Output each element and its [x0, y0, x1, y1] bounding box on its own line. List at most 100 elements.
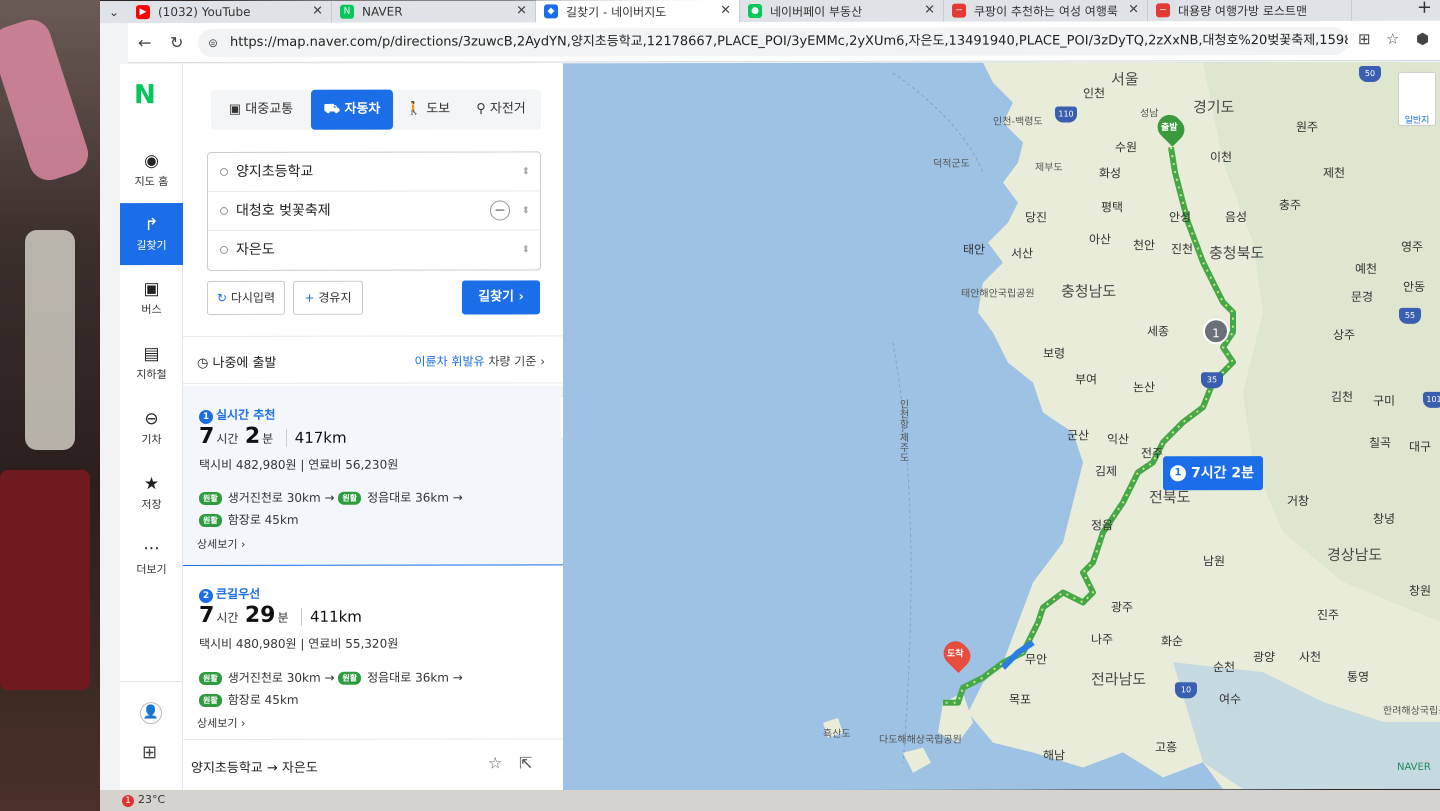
route-detail-link[interactable]: 상세보기 ›: [197, 715, 245, 731]
rail-item-bus[interactable]: ▣ 버스: [120, 267, 183, 329]
site-info-icon[interactable]: ⊜: [208, 29, 218, 57]
map-label: 정읍: [1091, 518, 1114, 533]
close-icon[interactable]: ✕: [720, 3, 731, 18]
map-label: 영주: [1401, 239, 1424, 254]
reset-icon: ↻: [216, 290, 231, 305]
extension-icon[interactable]: ⬢: [1416, 30, 1429, 48]
favorite-star-icon[interactable]: ☆: [488, 753, 502, 772]
taskbar: 1 23°C: [100, 790, 1440, 811]
photo-background-left: [0, 0, 100, 811]
route-duration: 7 시간 2분 417km: [199, 424, 347, 449]
depart-later-button[interactable]: ◷ 나중에 출발: [197, 352, 276, 371]
background-object: [0, 14, 94, 186]
rail-item-saved[interactable]: ★ 저장: [120, 462, 183, 524]
new-tab-button[interactable]: +: [1417, 0, 1432, 18]
map-type-label: 일반지: [1404, 115, 1430, 126]
hour-unit: 시간: [216, 431, 239, 446]
map-label: 태안: [963, 242, 986, 257]
map-label: 전라남도: [1091, 670, 1147, 689]
road-segment: 생거진천로 30km: [227, 670, 321, 685]
map-label: 구미: [1373, 393, 1396, 408]
map-label: 진주: [1317, 608, 1340, 623]
map-canvas[interactable]: 서울 인천 경기도 성남 수원 이천 원주 화성 평택 안성 음성 충주 제천 …: [563, 61, 1440, 791]
train-icon: ⊖: [144, 409, 159, 430]
rail-item-train[interactable]: ⊖ 기차: [120, 397, 183, 459]
bookmark-star-icon[interactable]: ☆: [1386, 30, 1399, 48]
route-tag: 1 실시간 추천: [199, 406, 275, 424]
remove-waypoint-icon[interactable]: −: [490, 200, 510, 221]
tab-car[interactable]: ⛟ 자동차: [311, 89, 393, 130]
origin-field[interactable]: 양지초등학교 ⬍: [208, 152, 540, 192]
map-label: 여수: [1219, 692, 1242, 707]
share-icon[interactable]: ⇱: [519, 753, 532, 772]
waypoint-text: 대청호 벚꽃축제: [236, 202, 331, 219]
map-label: 덕적군도: [933, 158, 970, 170]
weather-widget[interactable]: 1 23°C: [122, 793, 165, 807]
background-object: [0, 470, 90, 690]
route-distance: 417km: [285, 428, 347, 447]
waypoint-marker[interactable]: 1: [1203, 318, 1229, 345]
tab-bicycle[interactable]: ⚲ 자전거: [461, 89, 541, 129]
map-label: 음성: [1225, 210, 1248, 225]
close-icon[interactable]: ✕: [516, 3, 527, 18]
close-icon[interactable]: ✕: [1128, 2, 1139, 17]
map-label: 김제: [1095, 464, 1118, 479]
rail-label: 기차: [141, 433, 162, 447]
map-label: 익산: [1107, 432, 1130, 447]
youtube-icon: ▶: [136, 5, 150, 20]
destination-field[interactable]: 자은도 ⬍: [208, 230, 540, 270]
rail-item-more[interactable]: ··· 더보기: [120, 527, 183, 589]
find-route-button[interactable]: 길찾기 ›: [462, 280, 540, 315]
tab-walk[interactable]: 🚶 도보: [395, 90, 461, 130]
directions-icon: ↱: [144, 215, 159, 236]
via-label: 경유지: [318, 290, 352, 305]
grid-menu-icon[interactable]: ⊞: [142, 742, 157, 763]
map-type-button[interactable]: 일반지: [1398, 71, 1436, 126]
map-geography: [823, 61, 1440, 790]
drag-handle-icon[interactable]: ⬍: [522, 152, 530, 191]
rail-item-subway[interactable]: ▤ 지하철: [120, 332, 183, 394]
map-label: 인천항-제주도: [897, 398, 908, 463]
rail-item-map-home[interactable]: ◉ 지도 홈: [120, 139, 183, 201]
route-time-callout[interactable]: 1 7시간 2분: [1163, 456, 1263, 491]
tab-naver-pay[interactable]: ● 네이버페이 부동산 ✕: [740, 0, 944, 23]
tab-naver-map[interactable]: ◆ 길찾기 - 네이버지도 ✕: [536, 0, 740, 23]
naver-logo[interactable]: N: [134, 80, 156, 110]
depart-label: 나중에 출발: [212, 355, 277, 371]
fuel-setting-link[interactable]: 이륜차 휘발유 차량 기준 ›: [415, 352, 546, 369]
close-icon[interactable]: ✕: [312, 4, 323, 19]
rail-label: 길찾기: [136, 239, 167, 253]
route-roads: 원활 함장로 45km: [199, 691, 299, 708]
back-icon[interactable]: ←: [138, 33, 151, 52]
apps-icon[interactable]: ⊞: [1358, 30, 1371, 48]
drag-handle-icon[interactable]: ⬍: [522, 230, 530, 269]
add-via-button[interactable]: + 경유지: [293, 280, 363, 315]
weather-temp: 23°C: [138, 793, 166, 806]
tab-coupang[interactable]: − 쿠팡이 추천하는 여성 여행룩 ✕: [944, 0, 1148, 22]
route-option-2[interactable]: 2 큰길우선 7 시간 29 분 411km 택시비 480,980원 | 연료비 5…: [183, 566, 563, 738]
reload-icon[interactable]: ↻: [170, 33, 183, 52]
rail-item-directions[interactable]: ↱ 길찾기: [120, 203, 183, 266]
map-label: 칠곡: [1369, 435, 1392, 450]
drag-handle-icon[interactable]: ⬍: [522, 191, 530, 230]
naver-map-icon: ◆: [544, 4, 558, 19]
url-bar[interactable]: ⊜ https://map.naver.com/p/directions/3zu…: [198, 26, 1348, 57]
tab-youtube[interactable]: ▶ (1032) YouTube ✕: [128, 0, 332, 24]
tab-transit[interactable]: ▣ 대중교통: [211, 90, 311, 130]
tab-coupang-2[interactable]: − 대용량 여행가방 로스트맨: [1148, 0, 1352, 22]
route-detail-link[interactable]: 상세보기 ›: [197, 536, 245, 552]
map-label: 인천-백령도: [993, 116, 1043, 128]
route-roads: 원활 생거진천로 30km → 원활 정음대로 36km →: [199, 489, 463, 506]
user-avatar-icon[interactable]: 👤: [140, 702, 162, 725]
via-field[interactable]: 대청호 벚꽃축제 − ⬍: [208, 191, 540, 231]
close-icon[interactable]: ✕: [924, 3, 935, 18]
tab-search-button[interactable]: ⌄: [100, 1, 128, 24]
highway-shield-icon: 55: [1399, 307, 1421, 324]
plus-icon: +: [304, 290, 319, 305]
route-option-1[interactable]: 1 실시간 추천 7 시간 2분 417km 택시비 482,980원 | 연료비 …: [183, 385, 563, 567]
mode-label: 자동차: [344, 101, 381, 117]
route-hours: 7: [199, 423, 215, 449]
road-segment: 생거진천로 30km: [227, 490, 321, 505]
reset-button[interactable]: ↻ 다시입력: [207, 280, 285, 315]
tab-naver[interactable]: N NAVER ✕: [332, 0, 536, 23]
